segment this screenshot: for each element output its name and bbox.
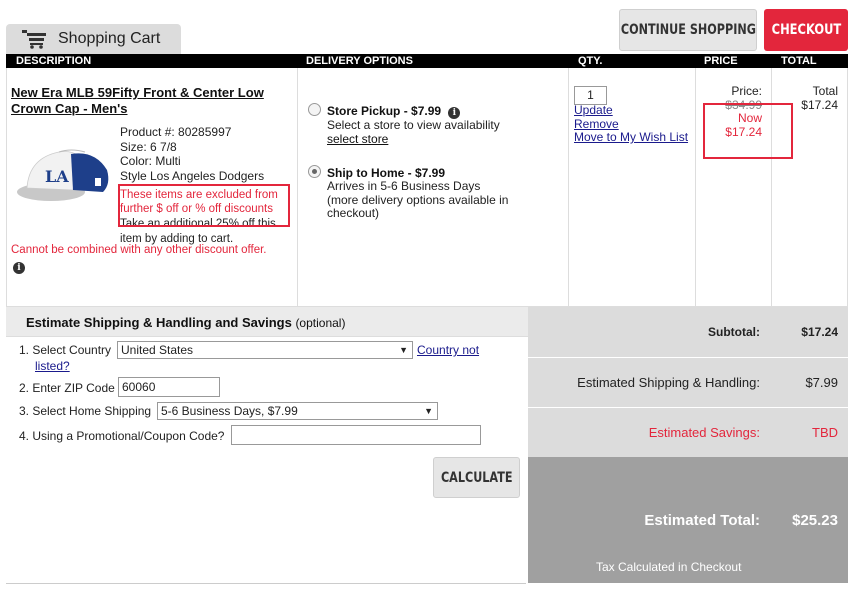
cannot-combine-note: Cannot be combined with any other discou… — [11, 244, 267, 256]
cart-icon — [22, 29, 48, 49]
estimated-total-panel: Estimated Total: $25.23 Tax Calculated i… — [528, 457, 848, 583]
shopping-cart-tab: Shopping Cart — [6, 24, 181, 54]
coupon-label: 4. Using a Promotional/Coupon Code? — [19, 429, 225, 443]
chevron-down-icon: ▼ — [399, 345, 408, 355]
move-to-wishlist-link[interactable]: Move to My Wish List — [574, 130, 688, 145]
cart-tab-label: Shopping Cart — [58, 30, 161, 47]
continue-shopping-label: CONTINUE SHOPPING — [620, 22, 756, 38]
country-label: 1. Select Country — [19, 343, 112, 357]
chevron-down-icon: ▼ — [424, 406, 433, 416]
ship-to-home-line2: (more delivery options available in — [327, 192, 509, 207]
total-column: Total $17.24 — [776, 84, 838, 112]
ship-to-home-title: Ship to Home - $7.99 — [327, 166, 446, 180]
product-size: Size: 6 7/8 — [120, 139, 177, 154]
subtotal-row: Subtotal: $17.24 — [528, 307, 848, 357]
est-savings-value: TBD — [812, 425, 838, 440]
country-not-listed-link-2[interactable]: listed? — [35, 359, 70, 373]
checkout-button[interactable]: CHECKOUT — [764, 9, 848, 51]
cart-column-header: DESCRIPTION DELIVERY OPTIONS QTY. PRICE … — [6, 54, 848, 68]
checkout-label: CHECKOUT — [771, 22, 841, 38]
line-total: $17.24 — [801, 97, 838, 112]
col-total: TOTAL — [781, 55, 817, 67]
continue-shopping-button[interactable]: CONTINUE SHOPPING — [619, 9, 757, 51]
subtotal-label: Subtotal: — [708, 325, 760, 339]
product-meta: Product #: 80285997 Size: 6 7/8 Color: M… — [120, 125, 264, 183]
col-qty: QTY. — [578, 55, 603, 67]
estimate-title: Estimate Shipping & Handling and Savings… — [26, 315, 346, 330]
calculate-label: CALCULATE — [440, 469, 513, 486]
zip-label: 2. Enter ZIP Code — [19, 381, 115, 395]
col-description: DESCRIPTION — [16, 55, 92, 67]
col-price: PRICE — [704, 55, 738, 67]
highlight-box-exclusion — [118, 184, 290, 227]
svg-text:LA: LA — [45, 167, 69, 186]
home-shipping-label: 3. Select Home Shipping — [19, 404, 152, 418]
total-label: Total — [812, 84, 838, 98]
product-image[interactable]: LA — [15, 140, 113, 206]
update-link[interactable]: Update — [574, 103, 688, 118]
country-select[interactable]: United States ▼ — [117, 341, 413, 359]
select-store-link[interactable]: select store — [327, 132, 500, 147]
shipping-row: Estimated Shipping & Handling: $7.99 — [528, 358, 848, 407]
store-pickup-radio[interactable] — [308, 103, 321, 116]
est-savings-label: Estimated Savings: — [648, 425, 760, 440]
product-color: Color: Multi — [120, 154, 181, 168]
qty-actions: Update Remove Move to My Wish List — [574, 103, 688, 145]
ship-to-home-radio[interactable] — [308, 165, 321, 178]
discount-info-icon[interactable]: i — [13, 259, 25, 274]
subtotal-value: $17.24 — [801, 325, 838, 339]
store-pickup-text: Select a store to view availability — [327, 118, 500, 132]
est-total-value: $25.23 — [792, 512, 838, 529]
ship-to-home-option: Ship to Home - $7.99 Arrives in 5-6 Busi… — [327, 166, 508, 221]
estimate-optional: (optional) — [295, 316, 346, 330]
product-style: Style Los Angeles Dodgers — [120, 168, 265, 183]
store-pickup-option: Store Pickup - $7.99 i Select a store to… — [327, 104, 500, 146]
coupon-input[interactable] — [231, 425, 481, 445]
remove-link[interactable]: Remove — [574, 117, 688, 132]
est-shipping-label: Estimated Shipping & Handling: — [577, 375, 760, 390]
savings-row: Estimated Savings: TBD — [528, 408, 848, 457]
store-pickup-title: Store Pickup - $7.99 — [327, 104, 442, 118]
home-shipping-select[interactable]: 5-6 Business Days, $7.99 ▼ — [157, 402, 438, 420]
price-label: Price: — [731, 84, 762, 98]
est-total-label: Estimated Total: — [644, 512, 760, 529]
zip-input[interactable]: 60060 — [118, 377, 220, 397]
col-delivery: DELIVERY OPTIONS — [306, 55, 413, 67]
est-shipping-value: $7.99 — [805, 375, 838, 390]
product-title-link[interactable]: New Era MLB 59Fifty Front & Center Low C… — [11, 85, 296, 117]
product-number: Product #: 80285997 — [120, 125, 232, 139]
ship-to-home-line3: checkout) — [327, 206, 380, 220]
tax-note: Tax Calculated in Checkout — [596, 560, 742, 574]
ship-to-home-line1: Arrives in 5-6 Business Days — [327, 179, 481, 193]
calculate-button[interactable]: CALCULATE — [433, 457, 520, 498]
country-not-listed-link[interactable]: Country not — [417, 343, 479, 357]
